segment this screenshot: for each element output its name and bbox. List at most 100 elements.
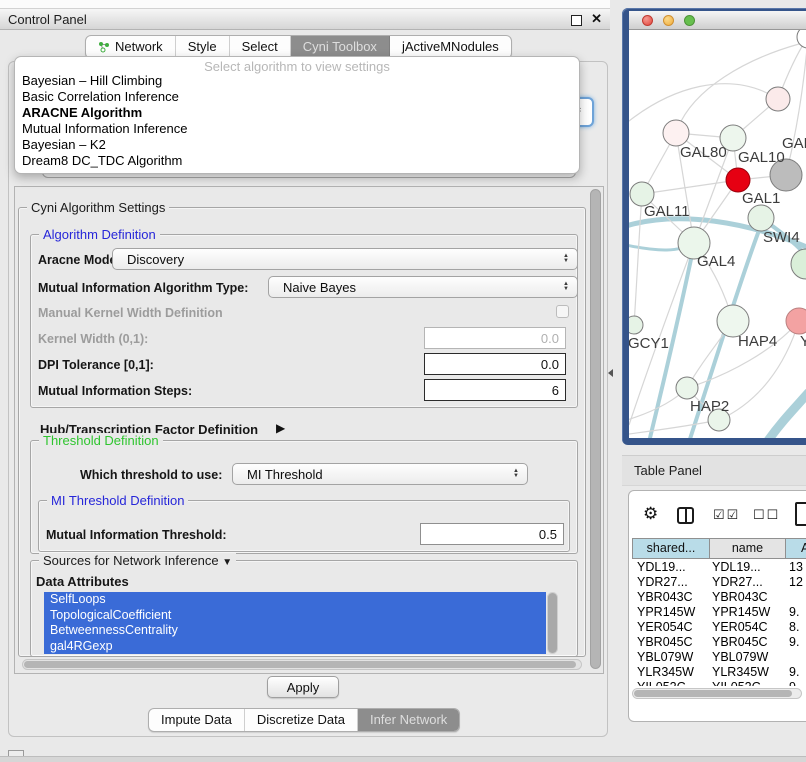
tab-discretize-data[interactable]: Discretize Data — [245, 709, 358, 731]
zoom-traffic-light[interactable] — [684, 15, 695, 26]
node-hap2[interactable] — [676, 377, 698, 399]
mi-threshold-group-title: MI Threshold Definition — [47, 493, 188, 508]
stepper-arrows-icon: ▲▼ — [513, 469, 519, 479]
expand-right-icon[interactable]: ▶ — [276, 421, 285, 435]
table-row[interactable]: YDR27...YDR27...12 — [632, 575, 806, 590]
tab-jactivemnodules[interactable]: jActiveMNodules — [390, 36, 511, 58]
node-gal-partial[interactable] — [766, 87, 790, 111]
algorithm-placeholder: Select algorithm to view settings — [15, 59, 579, 74]
tab-network[interactable]: Network — [86, 36, 176, 58]
node-label: GAL10 — [738, 149, 785, 166]
float-window-icon[interactable] — [571, 15, 582, 26]
stepper-arrows-icon: ▲▼ — [563, 254, 569, 264]
control-panel-titlebar[interactable]: Control Panel ✕ — [0, 8, 610, 30]
table-row[interactable]: YLR345WYLR345W9. — [632, 665, 806, 680]
table-row[interactable]: YBR045CYBR045C9. — [632, 635, 806, 650]
close-traffic-light[interactable] — [642, 15, 653, 26]
table-row[interactable]: YBR043CYBR043C — [632, 590, 806, 605]
table-row[interactable]: YDL19...YDL19...13 — [632, 560, 806, 575]
node-label: Y — [800, 333, 806, 350]
tab-select[interactable]: Select — [230, 36, 291, 58]
mi-steps-label: Mutual Information Steps: — [38, 384, 192, 398]
gear-icon[interactable]: ⚙ — [643, 504, 658, 524]
settings-vertical-scrollbar[interactable] — [590, 189, 601, 669]
cyni-settings-title: Cyni Algorithm Settings — [27, 200, 169, 215]
node-unlabeled[interactable] — [797, 30, 806, 48]
algorithm-option-selected[interactable]: ARACNE Algorithm — [22, 105, 142, 121]
tab-infer-network[interactable]: Infer Network — [358, 709, 459, 731]
algorithm-option[interactable]: Bayesian – Hill Climbing — [22, 73, 162, 89]
aracne-mode-select[interactable]: Discovery ▲▼ — [112, 248, 578, 270]
tab-cyni-toolbox[interactable]: Cyni Toolbox — [291, 36, 390, 58]
table-row[interactable]: YIL052CYIL052C9. — [632, 680, 806, 686]
algorithm-option[interactable]: Mutual Information Inference — [22, 121, 187, 137]
stepper-arrows-icon: ▲▼ — [563, 282, 569, 292]
control-panel-title: Control Panel — [8, 12, 87, 27]
algorithm-option[interactable]: Dream8 DC_TDC Algorithm — [22, 153, 182, 169]
attributes-scrollbar[interactable] — [547, 592, 558, 654]
divider-collapse-arrow[interactable] — [608, 369, 613, 377]
bottom-strip — [0, 756, 806, 762]
node-gcy1[interactable] — [629, 316, 643, 334]
column-header-partial[interactable]: A — [785, 538, 806, 559]
mi-algorithm-type-label: Mutual Information Algorithm Type: — [38, 281, 248, 295]
minimize-traffic-light[interactable] — [663, 15, 674, 26]
attribute-item[interactable]: TopologicalCoefficient — [44, 608, 546, 624]
attribute-item[interactable]: BetweennessCentrality — [44, 623, 546, 639]
close-icon[interactable]: ✕ — [591, 11, 602, 27]
tab-impute-data[interactable]: Impute Data — [149, 709, 245, 731]
dpi-tolerance-input[interactable]: 0.0 — [424, 353, 566, 375]
tab-style[interactable]: Style — [176, 36, 230, 58]
mi-threshold-input[interactable]: 0.5 — [420, 523, 564, 545]
split-columns-icon[interactable] — [677, 507, 694, 524]
data-attributes-list[interactable]: SelfLoops TopologicalCoefficient Between… — [44, 592, 546, 654]
expand-down-icon[interactable]: ▼ — [222, 557, 232, 568]
node-label: GAL80 — [680, 144, 727, 161]
mi-steps-input[interactable]: 6 — [424, 379, 566, 401]
table-horizontal-scrollbar[interactable] — [632, 688, 802, 699]
attribute-item[interactable]: gal4RGexp — [44, 639, 546, 655]
node-label: GAL11 — [644, 203, 690, 220]
algorithm-dropdown-popup: Select algorithm to view settings Bayesi… — [14, 56, 580, 174]
bottom-tabbar: Impute Data Discretize Data Infer Networ… — [148, 708, 460, 732]
node-label: GAL4 — [697, 253, 735, 270]
attribute-item[interactable]: SelfLoops — [44, 592, 546, 608]
algorithm-option[interactable]: Bayesian – K2 — [22, 137, 106, 153]
network-icon — [98, 41, 110, 53]
manual-kernel-width-checkbox[interactable] — [556, 305, 569, 318]
network-graph: GAL GAL80 GAL10 GAL1 GAL11 SWI4 GAL4 GCY… — [629, 30, 806, 438]
aracne-mode-label: Aracne Mode: — [38, 253, 121, 267]
node-y-partial[interactable] — [786, 308, 806, 334]
apply-button[interactable]: Apply — [267, 676, 339, 698]
network-canvas[interactable]: GAL GAL80 GAL10 GAL1 GAL11 SWI4 GAL4 GCY… — [629, 30, 806, 438]
node-green-right[interactable] — [791, 249, 806, 279]
select-all-checks-icon[interactable]: ☑☑ — [713, 507, 740, 523]
dpi-tolerance-label: DPI Tolerance [0,1]: — [38, 358, 154, 372]
table-body[interactable]: YDL19...YDL19...13 YDR27...YDR27...12 YB… — [632, 560, 806, 686]
column-header-shared[interactable]: shared... — [632, 538, 710, 559]
document-icon[interactable] — [795, 502, 806, 526]
column-header-name[interactable]: name — [709, 538, 786, 559]
settings-horizontal-scrollbar[interactable] — [22, 659, 582, 670]
which-threshold-select[interactable]: MI Threshold ▲▼ — [232, 463, 528, 485]
table-row[interactable]: YPR145WYPR145W9. — [632, 605, 806, 620]
table-row[interactable]: YER054CYER054C8. — [632, 620, 806, 635]
kernel-width-label: Kernel Width (0,1): — [38, 332, 148, 346]
manual-kernel-width-label: Manual Kernel Width Definition — [38, 306, 223, 320]
node-gal1-selected[interactable] — [726, 168, 750, 192]
table-row[interactable]: YBL079WYBL079W — [632, 650, 806, 665]
top-strip — [0, 0, 610, 8]
node-swi4[interactable] — [748, 205, 774, 231]
node-gal80[interactable] — [663, 120, 689, 146]
node-label: GAL — [782, 135, 806, 152]
kernel-width-input[interactable]: 0.0 — [424, 327, 566, 349]
algorithm-option[interactable]: Basic Correlation Inference — [22, 89, 179, 105]
node-label: GCY1 — [629, 335, 669, 352]
table-panel-header[interactable]: Table Panel — [622, 455, 806, 486]
which-threshold-label: Which threshold to use: — [80, 468, 222, 482]
sources-title[interactable]: Sources for Network Inference ▼ — [39, 553, 236, 568]
node-label: GAL1 — [742, 190, 780, 207]
mi-algorithm-type-select[interactable]: Naive Bayes ▲▼ — [268, 276, 578, 298]
network-window-titlebar[interactable] — [629, 11, 806, 30]
deselect-checks-icon[interactable]: ☐☐ — [753, 507, 780, 523]
